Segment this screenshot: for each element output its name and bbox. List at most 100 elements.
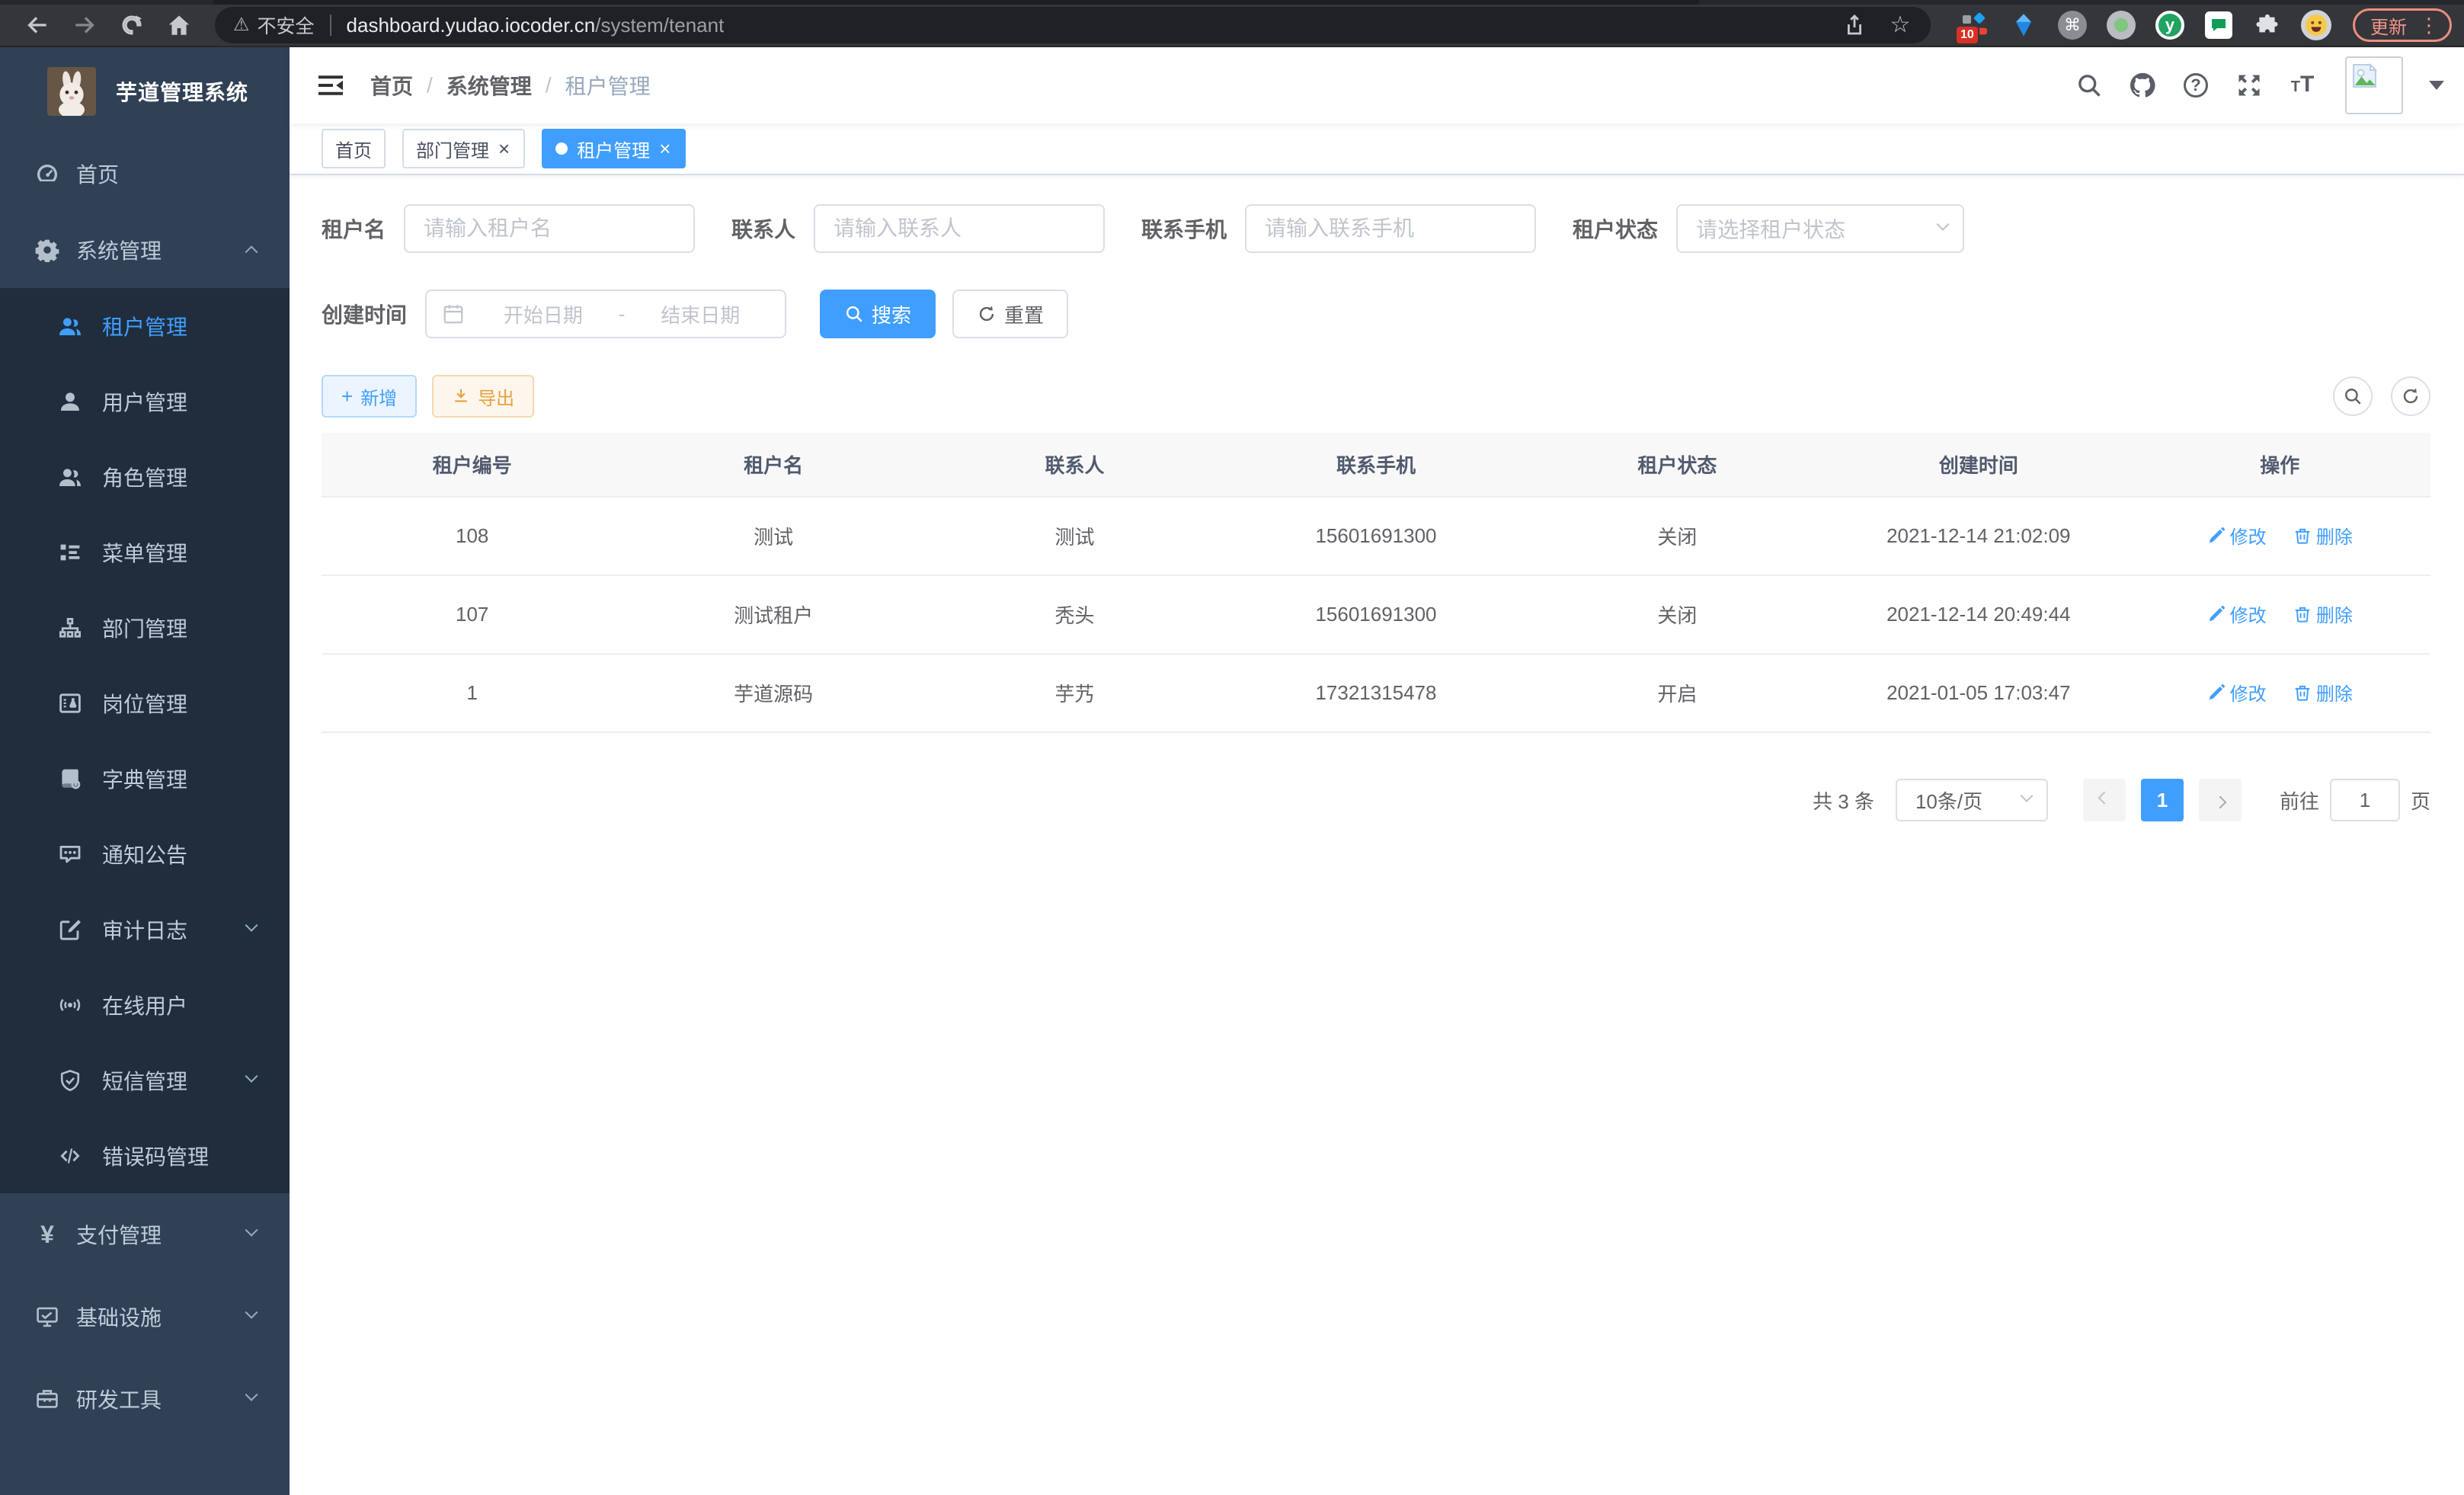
chevron-down-icon — [245, 1224, 258, 1237]
sidebar-item-system[interactable]: 系统管理 — [0, 212, 290, 288]
share-icon[interactable] — [1842, 13, 1867, 37]
user-avatar[interactable] — [2345, 56, 2403, 114]
sidebar-item-role[interactable]: 角色管理 — [0, 439, 290, 514]
cell-actions: 修改 删除 — [2130, 497, 2430, 575]
search-button[interactable]: 搜索 — [820, 290, 936, 338]
next-page-button[interactable] — [2199, 779, 2242, 821]
tab-close-icon[interactable]: × — [497, 139, 511, 158]
app-logo[interactable]: 芋道管理系统 — [0, 47, 290, 136]
omnibox-divider — [330, 14, 331, 36]
edit-link[interactable]: 修改 — [2207, 679, 2267, 706]
goto-page-input[interactable] — [2330, 779, 2400, 821]
tenant-name-label: 租户名 — [322, 213, 404, 244]
id-badge-icon — [58, 691, 82, 715]
sidebar-item-notice[interactable]: 通知公告 — [0, 816, 290, 892]
not-secure-label[interactable]: 不安全 — [258, 11, 315, 39]
help-icon[interactable]: ? — [2182, 72, 2210, 99]
gear-icon — [35, 238, 59, 262]
tenant-name-input[interactable] — [404, 204, 695, 253]
extension-chat-icon[interactable] — [2203, 10, 2234, 40]
end-date-placeholder[interactable]: 结束日期 — [631, 300, 770, 328]
profile-avatar-icon[interactable] — [2301, 10, 2331, 40]
top-navbar: 首页 / 系统管理 / 租户管理 ? TT — [290, 47, 2464, 123]
start-date-placeholder[interactable]: 开始日期 — [474, 300, 613, 328]
edit-link[interactable]: 修改 — [2207, 522, 2267, 549]
prev-page-button[interactable] — [2083, 779, 2126, 821]
edit-link[interactable]: 修改 — [2207, 600, 2267, 627]
sidebar-item-audit-log[interactable]: 审计日志 — [0, 892, 290, 967]
bookmark-star-icon[interactable]: ☆ — [1888, 13, 1912, 37]
sidebar-item-devtools[interactable]: 研发工具 — [0, 1358, 290, 1440]
tab-dept[interactable]: 部门管理 × — [402, 129, 525, 168]
breadcrumb-system[interactable]: 系统管理 — [446, 70, 532, 101]
export-button[interactable]: 导出 — [432, 375, 534, 418]
cell-created: 2021-12-14 20:49:44 — [1828, 575, 2129, 654]
browser-forward-icon[interactable] — [72, 12, 98, 38]
github-icon[interactable] — [2129, 72, 2156, 99]
sidebar-item-tenant[interactable]: 租户管理 — [0, 288, 290, 363]
browser-back-icon[interactable] — [24, 12, 50, 38]
avatar-caret-icon[interactable] — [2429, 81, 2444, 90]
refresh-table-button[interactable] — [2391, 376, 2430, 416]
page-number-1[interactable]: 1 — [2141, 779, 2184, 821]
contact-input[interactable] — [814, 204, 1105, 253]
sidebar-item-post[interactable]: 岗位管理 — [0, 665, 290, 741]
cell-tenant-name: 测试租户 — [622, 575, 923, 654]
show-search-toggle-button[interactable] — [2333, 376, 2373, 416]
browser-reload-icon[interactable] — [119, 12, 145, 38]
reset-button-label: 重置 — [1004, 300, 1044, 328]
tab-tenant[interactable]: 租户管理 × — [542, 129, 686, 168]
sidebar-item-online-user[interactable]: 在线用户 — [0, 967, 290, 1042]
cell-tenant-name: 芋道源码 — [622, 654, 923, 732]
header-search-icon[interactable] — [2075, 72, 2103, 99]
tenant-table: 租户编号 租户名 联系人 联系手机 租户状态 创建时间 操作 108 测试 — [322, 433, 2430, 733]
browser-menu-icon[interactable]: ⋮ — [2414, 14, 2443, 37]
page-size-select[interactable]: 10条/页 — [1896, 779, 2048, 821]
sidebar-item-home[interactable]: 首页 — [0, 136, 290, 212]
sidebar-item-infra[interactable]: 基础设施 — [0, 1276, 290, 1358]
sidebar-item-menu[interactable]: 菜单管理 — [0, 514, 290, 590]
add-button[interactable]: + 新增 — [322, 375, 417, 418]
chevron-up-icon — [245, 245, 258, 258]
dictionary-book-icon — [58, 767, 82, 791]
sidebar-toggle-icon[interactable] — [290, 70, 370, 101]
address-bar[interactable]: ⚠ 不安全 dashboard.yudao.iocoder.cn/system/… — [215, 7, 1931, 43]
url-path: /system/tenant — [595, 14, 724, 37]
pagination: 共 3 条 10条/页 1 前往 页 — [322, 779, 2430, 821]
url-text[interactable]: dashboard.yudao.iocoder.cn/system/tenant — [347, 14, 725, 37]
tab-label: 首页 — [335, 136, 372, 162]
extension-gem-icon[interactable] — [2008, 10, 2039, 40]
browser-update-button[interactable]: 更新 ⋮ — [2353, 8, 2452, 42]
delete-link[interactable]: 删除 — [2293, 522, 2353, 549]
tab-close-icon[interactable]: × — [658, 139, 672, 158]
sidebar-item-user[interactable]: 用户管理 — [0, 363, 290, 439]
chevron-down-icon — [245, 1069, 258, 1082]
extension-icon-1[interactable]: 10 — [1960, 10, 1990, 40]
extension-badge: 10 — [1955, 25, 1979, 45]
tab-home[interactable]: 首页 — [322, 129, 386, 168]
sidebar-item-dict[interactable]: 字典管理 — [0, 741, 290, 816]
extension-record-icon[interactable] — [2106, 10, 2136, 40]
delete-link[interactable]: 删除 — [2293, 679, 2353, 706]
font-size-icon[interactable]: TT — [2289, 72, 2316, 99]
extension-command-icon[interactable]: ⌘ — [2057, 10, 2088, 40]
breadcrumb-home[interactable]: 首页 — [370, 70, 413, 101]
sidebar-item-payment[interactable]: ¥ 支付管理 — [0, 1193, 290, 1276]
sidebar-item-error-code[interactable]: 错误码管理 — [0, 1118, 290, 1193]
breadcrumb-separator: / — [546, 73, 552, 98]
delete-link[interactable]: 删除 — [2293, 600, 2353, 627]
mobile-input[interactable] — [1245, 204, 1536, 253]
broken-image-icon — [2350, 61, 2380, 91]
reset-button[interactable]: 重置 — [952, 290, 1068, 338]
extension-y-icon[interactable]: y — [2155, 10, 2185, 40]
extensions-puzzle-icon[interactable] — [2252, 10, 2283, 40]
cell-contact: 芋艿 — [924, 654, 1225, 732]
sidebar-item-dept[interactable]: 部门管理 — [0, 590, 290, 665]
date-range-picker[interactable]: 开始日期 - 结束日期 — [425, 290, 786, 338]
fullscreen-icon[interactable] — [2235, 72, 2263, 99]
browser-home-icon[interactable] — [166, 12, 192, 38]
sidebar-item-label: 首页 — [76, 158, 119, 189]
sidebar-item-sms[interactable]: 短信管理 — [0, 1042, 290, 1118]
status-select[interactable]: 请选择租户状态 — [1676, 204, 1964, 253]
cell-mobile: 17321315478 — [1225, 654, 1526, 732]
